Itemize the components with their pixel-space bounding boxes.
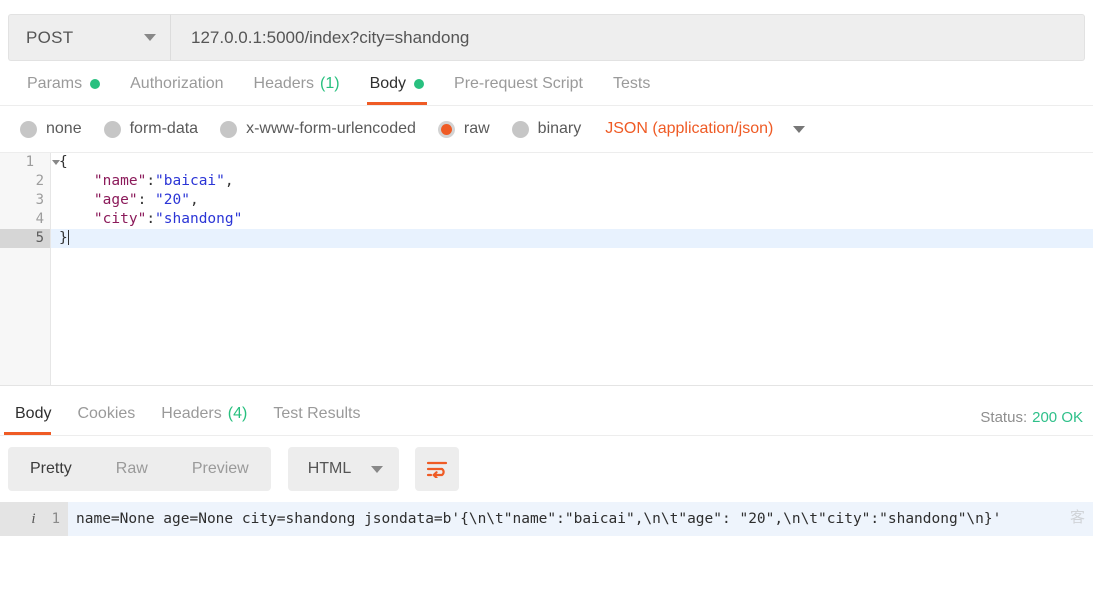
request-tab-tests[interactable]: Tests	[598, 62, 665, 105]
body-type-label: none	[46, 120, 82, 137]
response-tab-bar: Body Cookies Headers (4) Test Results Status…	[0, 392, 1093, 436]
body-type-label: raw	[463, 120, 490, 137]
response-gutter: i 1	[0, 502, 68, 536]
editor-line-number: 4	[35, 211, 44, 227]
response-view-mode-group: Pretty Raw Preview	[8, 447, 271, 491]
tab-label: Body	[15, 405, 52, 422]
tab-count: (4)	[227, 405, 248, 422]
chevron-down-icon	[371, 465, 384, 473]
body-type-none[interactable]: none	[20, 120, 82, 138]
request-tab-params[interactable]: Params	[12, 62, 115, 105]
word-wrap-button[interactable]	[415, 447, 460, 491]
http-method-select[interactable]: POST	[8, 14, 171, 61]
radio-unchecked-icon	[103, 120, 121, 138]
code-token: :	[137, 192, 156, 208]
body-type-label: binary	[537, 120, 582, 137]
tab-label: Body	[369, 74, 407, 92]
http-method-label: POST	[26, 27, 74, 47]
editor-code-line: "age": "20",	[51, 191, 1093, 210]
response-tab-test-results[interactable]: Test Results	[260, 393, 373, 435]
tab-label: Params	[27, 74, 83, 92]
radio-unchecked-icon	[220, 120, 238, 138]
editor-gutter: 12 3 4 5	[0, 153, 60, 385]
code-token: "age"	[59, 192, 138, 208]
code-token: :	[146, 211, 156, 227]
code-token: "20"	[155, 192, 190, 208]
response-tab-body[interactable]: Body	[2, 393, 64, 435]
code-token: "city"	[59, 211, 147, 227]
response-tab-headers[interactable]: Headers (4)	[148, 393, 260, 435]
code-token: :	[146, 173, 156, 189]
chevron-down-icon	[144, 34, 156, 41]
tab-label: Cookies	[77, 405, 136, 422]
code-token: "shandong"	[155, 211, 243, 227]
request-tab-headers[interactable]: Headers (1)	[239, 62, 355, 105]
editor-line-number: 3	[35, 192, 44, 208]
radio-checked-icon	[437, 120, 455, 138]
editor-line-number: 1	[0, 153, 60, 172]
chevron-down-icon[interactable]	[793, 125, 806, 133]
active-dot-icon	[90, 78, 101, 89]
editor-line-number: 2	[35, 173, 44, 189]
body-type-label: form-data	[129, 120, 199, 137]
code-token: ,	[224, 173, 234, 189]
tab-label: Pre-request Script	[454, 74, 583, 92]
status-value: 200 OK	[1032, 409, 1083, 426]
body-type-radio-group: none form-data x-www-form-urlencoded raw bin…	[0, 106, 1093, 152]
code-token: ,	[189, 192, 199, 208]
editor-code-line: {	[51, 153, 1093, 172]
body-type-x-www-form-urlencoded[interactable]: x-www-form-urlencoded	[220, 120, 416, 138]
response-body[interactable]: i 1 name=None age=None city=shandong jso…	[0, 502, 1093, 536]
code-token: "baicai"	[155, 173, 225, 189]
tab-label: Headers	[253, 74, 314, 92]
status-badge: Status: 200 OK	[980, 409, 1083, 426]
response-toolbar: Pretty Raw Preview HTML	[0, 436, 1093, 502]
editor-line-number: 5	[0, 229, 50, 248]
request-url-bar: POST 127.0.0.1:5000/index?city=shandong	[0, 0, 1093, 61]
tab-label: Headers	[161, 405, 222, 422]
status-label: Status:	[980, 409, 1028, 426]
response-format-label: HTML	[307, 460, 352, 477]
body-type-label: x-www-form-urlencoded	[246, 120, 416, 137]
response-body-text: name=None age=None city=shandong jsondat…	[76, 511, 1002, 527]
tab-label: Tests	[612, 74, 651, 92]
body-type-binary[interactable]: binary	[511, 120, 582, 138]
request-tab-authorization[interactable]: Authorization	[115, 62, 238, 105]
response-line-number: 1	[51, 511, 60, 527]
radio-unchecked-icon	[20, 120, 37, 138]
editor-code-area[interactable]: { "name":"baicai", "age": "20", "city":"…	[51, 153, 1093, 385]
url-input[interactable]: 127.0.0.1:5000/index?city=shandong	[171, 14, 1085, 61]
content-type-select[interactable]: JSON (application/json)	[605, 120, 773, 138]
tab-label: Test Results	[273, 405, 361, 422]
body-type-raw[interactable]: raw	[437, 120, 490, 138]
word-wrap-icon	[427, 461, 448, 478]
editor-code-line: "city":"shandong"	[51, 210, 1093, 229]
code-token: }	[59, 230, 68, 246]
view-mode-raw[interactable]: Raw	[94, 447, 170, 491]
pane-divider[interactable]	[0, 385, 1093, 392]
active-dot-icon	[414, 78, 425, 89]
view-mode-pretty[interactable]: Pretty	[8, 447, 94, 491]
request-body-editor[interactable]: 12345 { "name":"baicai", "age": "20", "c…	[0, 152, 1093, 385]
tab-count: (1)	[320, 74, 340, 92]
editor-code-line: "name":"baicai",	[51, 172, 1093, 191]
request-tab-bar: Params Authorization Headers (1) Body Pre-req…	[0, 61, 1093, 106]
response-tab-cookies[interactable]: Cookies	[64, 393, 148, 435]
code-token: {	[59, 154, 68, 170]
tab-label: Authorization	[130, 74, 224, 92]
editor-code-line: }	[51, 229, 1093, 248]
request-tab-pre-request-script[interactable]: Pre-request Script	[439, 62, 598, 105]
view-mode-preview[interactable]: Preview	[170, 447, 271, 491]
response-format-select[interactable]: HTML	[287, 447, 400, 491]
text-cursor	[67, 230, 69, 245]
body-type-form-data[interactable]: form-data	[103, 120, 199, 138]
radio-unchecked-icon	[511, 120, 529, 138]
request-tab-body[interactable]: Body	[355, 62, 439, 105]
code-token: "name"	[59, 173, 147, 189]
info-icon: i	[31, 510, 36, 527]
